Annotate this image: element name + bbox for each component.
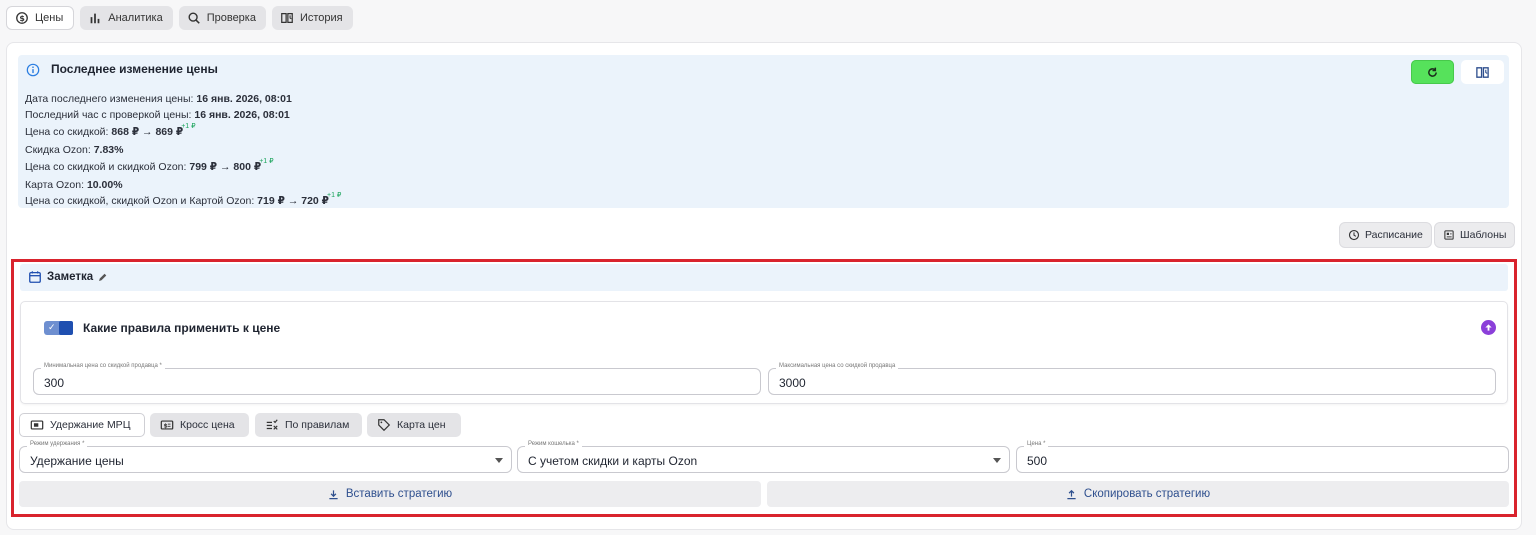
schedule-label: Расписание [1365, 229, 1423, 241]
paste-strategy-label: Вставить стратегию [345, 488, 453, 500]
min-price-field[interactable]: Минимальная цена со скидкой продавца * 3… [33, 363, 761, 395]
price-tag-cycle-icon: $ [16, 12, 28, 24]
calendar-icon [29, 271, 41, 283]
upload-icon [1067, 489, 1076, 499]
history-book-icon [1476, 66, 1489, 78]
chevron-down-icon [495, 458, 503, 463]
tab-price-map[interactable]: Карта цен [367, 413, 461, 437]
ozon-discount-label: Скидка Ozon: [25, 144, 91, 157]
paste-strategy-button[interactable]: Вставить стратегию [19, 481, 761, 507]
templates-button[interactable]: Шаблоны [1434, 222, 1516, 248]
price-card-delta: +1 ₽ [326, 192, 342, 200]
search-icon [188, 12, 200, 24]
download-icon [329, 489, 338, 499]
price-ozon-label: Цена со скидкой и скидкой Ozon: [25, 160, 187, 173]
wallet-mode-value: С учетом скидки и карты Ozon [528, 454, 698, 468]
hold-mode-label: Режим удержания * [27, 441, 88, 447]
ozon-card-value: 10.00% [86, 179, 123, 192]
check-icon: ✓ [48, 322, 56, 332]
schedule-button[interactable]: Расписание [1339, 222, 1432, 248]
tab-prices-label: Цены [35, 12, 64, 24]
tab-analytics[interactable]: Аналитика [80, 6, 173, 30]
line-ozon-discount: Скидка Ozon: 7.83% [25, 142, 341, 158]
rules-toggle[interactable]: ✓ [44, 321, 73, 335]
price-label: Цена * [1024, 441, 1049, 447]
tab-check[interactable]: Проверка [178, 6, 266, 30]
line-price-ozon: Цена со скидкой и скидкой Ozon: 799 ₽ → … [25, 157, 341, 177]
wallet-mode-label: Режим кошелька * [525, 441, 582, 447]
rules-icon [266, 419, 278, 430]
hold-mode-select[interactable]: Режим удержания * Удержание цены [19, 441, 512, 473]
discount-price-delta: +1 ₽ [181, 122, 196, 130]
tab-cross-price-label: Кросс цена [180, 419, 235, 431]
ozon-card-label: Карта Ozon: [25, 179, 85, 192]
copy-strategy-label: Скопировать стратегию [1083, 488, 1211, 500]
price-input[interactable]: Цена * 500 [1016, 441, 1509, 473]
bar-chart-icon [90, 13, 100, 24]
top-nav: $ Цены Аналитика Проверка История [6, 6, 353, 30]
last-change-lines: Дата последнего изменения цены: 16 янв. … [25, 91, 341, 212]
line-ozon-card: Карта Ozon: 10.00% [25, 177, 341, 193]
rules-card: ✓ Какие правила применить к цене Минимал… [20, 301, 1508, 404]
tag-icon [378, 419, 391, 432]
arrow-up-glyph [1485, 324, 1492, 331]
pencil-icon[interactable] [97, 272, 108, 283]
min-price-label: Минимальная цена со скидкой продавца * [41, 363, 165, 369]
cross-price-icon: $ [160, 420, 174, 430]
line-price-card: Цена со скидкой, скидкой Ozon и Картой O… [25, 192, 342, 211]
tab-by-rules[interactable]: По правилам [255, 413, 362, 437]
svg-text:$: $ [164, 423, 168, 430]
max-price-value: 3000 [779, 376, 806, 390]
price-card-value: 719 ₽ → 720 ₽ [257, 195, 329, 208]
last-change-title: Последнее изменение цены [51, 62, 218, 76]
last-change-panel: Последнее изменение цены Дата последнего… [18, 55, 1509, 208]
line-discount-price: Цена со скидкой: 868 ₽ → 869 ₽+1 ₽ [25, 122, 341, 142]
templates-label: Шаблоны [1460, 229, 1507, 241]
chevron-down-icon [993, 458, 1001, 463]
max-price-field[interactable]: Максимальная цена со скидкой продавца 30… [768, 363, 1496, 395]
template-icon [1444, 230, 1454, 240]
tab-price-map-label: Карта цен [397, 419, 446, 431]
date-label: Дата последнего изменения цены: [25, 93, 194, 105]
tab-mrc[interactable]: Удержание МРЦ [19, 413, 145, 437]
history-book-icon [281, 13, 293, 23]
date-value: 16 янв. 2026, 08:01 [196, 93, 292, 105]
refresh-icon [1428, 67, 1437, 77]
max-price-label: Максимальная цена со скидкой продавца [776, 363, 899, 369]
tab-by-rules-label: По правилам [285, 419, 350, 431]
price-ozon-value: 799 ₽ → 800 ₽ [189, 160, 262, 173]
tab-history[interactable]: История [271, 6, 353, 30]
tab-analytics-label: Аналитика [108, 12, 163, 24]
copy-strategy-button[interactable]: Скопировать стратегию [767, 481, 1509, 507]
clock-icon [1348, 229, 1360, 241]
toggle-knob [59, 321, 73, 335]
note-label: Заметка [47, 271, 94, 283]
rules-title: Какие правила применить к цене [83, 321, 281, 335]
discount-price-label: Цена со скидкой: [25, 125, 109, 138]
svg-text:$: $ [19, 14, 24, 23]
tab-mrc-label: Удержание МРЦ [50, 419, 131, 431]
min-price-value: 300 [44, 376, 65, 390]
price-ozon-delta: +1 ₽ [259, 157, 274, 165]
history-button[interactable] [1461, 60, 1504, 84]
note-bar[interactable]: Заметка [20, 264, 1508, 291]
tab-cross-price[interactable]: $ Кросс цена [150, 413, 249, 437]
line-date: Дата последнего изменения цены: 16 янв. … [25, 91, 341, 107]
discount-price-value: 868 ₽ → 869 ₽ [111, 125, 184, 138]
tab-history-label: История [299, 12, 343, 24]
tab-prices[interactable]: $ Цены [6, 6, 75, 30]
ozon-discount-value: 7.83% [93, 144, 124, 157]
check-value: 16 янв. 2026, 08:01 [194, 109, 290, 122]
hold-mode-value: Удержание цены [30, 454, 124, 468]
tab-check-label: Проверка [206, 12, 256, 24]
price-card-label: Цена со скидкой, скидкой Ozon и Картой O… [25, 195, 255, 208]
info-icon [26, 63, 40, 77]
price-value: 500 [1027, 454, 1048, 468]
wallet-mode-select[interactable]: Режим кошелька * С учетом скидки и карты… [517, 441, 1010, 473]
mrc-icon [30, 420, 44, 430]
arrow-up-icon[interactable] [1481, 320, 1496, 335]
line-check: Последний час с проверкой цены: 16 янв. … [25, 107, 341, 123]
check-label: Последний час с проверкой цены: [25, 109, 192, 122]
refresh-button[interactable] [1411, 60, 1454, 84]
